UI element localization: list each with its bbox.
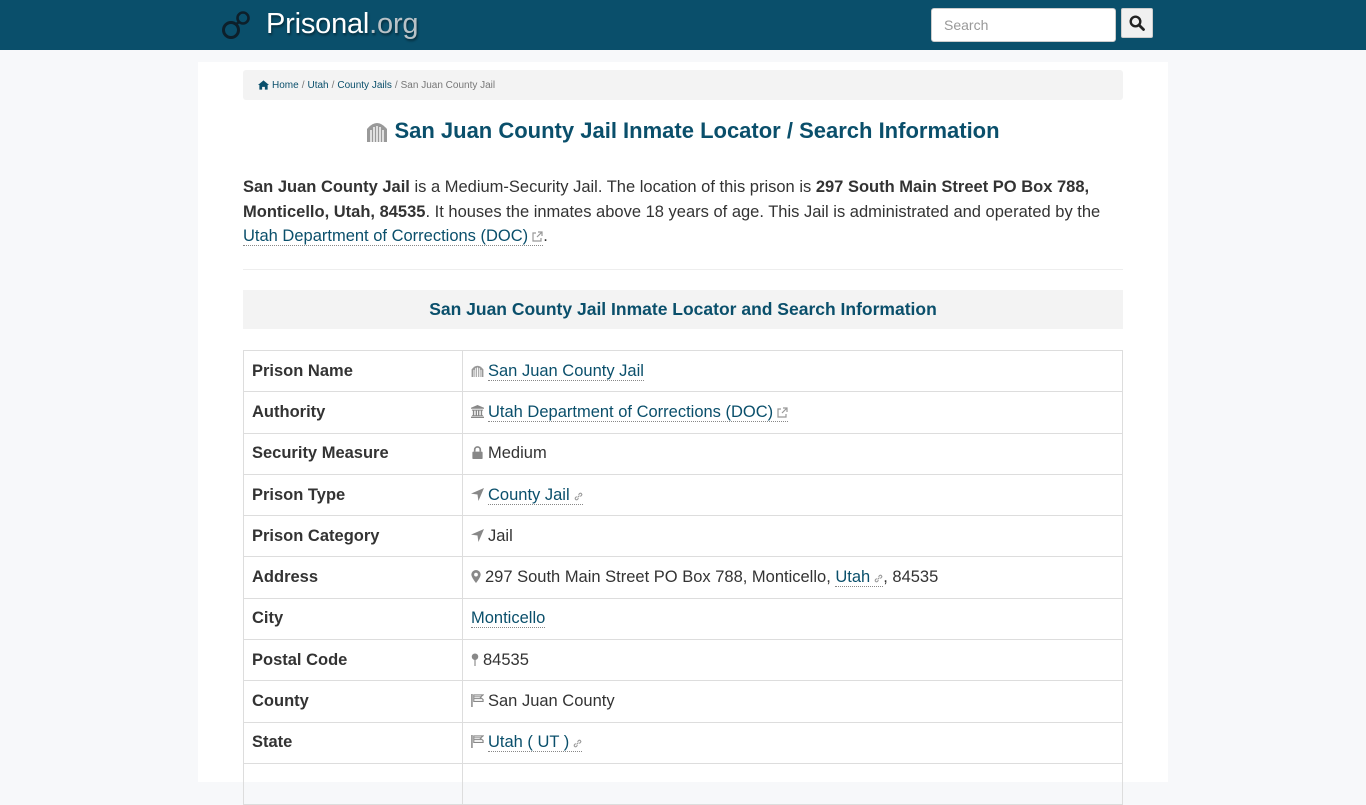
authority-link[interactable]: Utah Department of Corrections (DOC) [243, 227, 544, 246]
table-row: Address 297 South Main Street PO Box 788… [243, 556, 1123, 599]
table-row: Prison Name San Juan County Jail [243, 349, 1123, 393]
handcuffs-icon [222, 10, 250, 39]
row-value: County Jail [462, 473, 1123, 517]
table-row: Prison Category Jail [243, 515, 1123, 558]
institution-icon [471, 404, 484, 418]
row-label: County [243, 680, 463, 723]
table-row [243, 762, 1123, 805]
row-value: Medium [462, 432, 1123, 475]
row-label: City [243, 597, 463, 641]
table-row: Postal Code 84535 [243, 639, 1123, 682]
flag-icon [471, 694, 485, 708]
row-label: Prison Name [243, 349, 463, 393]
section-heading: San Juan County Jail Inmate Locator and … [243, 290, 1123, 329]
row-value: 297 South Main Street PO Box 788, Montic… [462, 556, 1123, 599]
page-title-text: San Juan County Jail Inmate Locator / Se… [394, 118, 1000, 143]
intro-text: . It houses the inmates above 18 years o… [425, 202, 1101, 221]
external-link-icon [777, 407, 788, 418]
row-label: Prison Type [243, 473, 463, 517]
search-input[interactable] [931, 8, 1116, 42]
row-value: San Juan County Jail [462, 349, 1123, 393]
row-label: Security Measure [243, 432, 463, 475]
intro-paragraph: San Juan County Jail is a Medium-Securit… [243, 175, 1123, 249]
intro-text: is a Medium-Security Jail. The location … [409, 178, 816, 196]
authority-table-link[interactable]: Utah Department of Corrections (DOC) [488, 402, 789, 422]
table-row: County San Juan County [243, 680, 1123, 723]
row-value: Jail [462, 515, 1123, 558]
row-value [462, 762, 1123, 805]
prison-type-link[interactable]: County Jail [488, 485, 583, 505]
search-form [931, 8, 1153, 42]
breadcrumb-current: San Juan County Jail [400, 79, 496, 91]
map-marker-icon [471, 570, 481, 584]
row-label: State [243, 721, 463, 764]
map-pin-icon [471, 653, 479, 666]
table-row: Security Measure Medium [243, 432, 1123, 475]
chain-link-icon [574, 492, 582, 500]
table-row: State Utah ( UT ) [243, 721, 1123, 764]
search-button[interactable] [1121, 8, 1153, 38]
breadcrumb-home[interactable]: Home [272, 80, 299, 91]
table-row: City Monticello [243, 597, 1123, 641]
page-title: San Juan County Jail Inmate Locator / Se… [243, 116, 1123, 146]
city-link[interactable]: Monticello [471, 609, 546, 629]
address-postal: , 84535 [883, 568, 939, 587]
row-value: Monticello [462, 597, 1123, 641]
breadcrumb: Home / Utah / County Jails / San Juan Co… [243, 70, 1123, 100]
row-value: Utah ( UT ) [462, 721, 1123, 764]
row-value: 84535 [462, 639, 1123, 682]
divider [243, 269, 1123, 270]
breadcrumb-separator: / [301, 79, 305, 91]
location-arrow-icon [471, 487, 484, 501]
external-link-icon [532, 231, 543, 242]
chain-link-icon [874, 574, 883, 583]
breadcrumb-separator: / [394, 79, 398, 91]
main-content: Home / Utah / County Jails / San Juan Co… [198, 62, 1168, 805]
address-text: 297 South Main Street PO Box 788, Montic… [485, 568, 836, 587]
top-navbar: Prisonal.org [0, 0, 1366, 50]
postal-code-value: 84535 [483, 650, 529, 669]
site-logo[interactable]: Prisonal.org [221, 8, 419, 41]
search-icon [1129, 15, 1145, 31]
jail-icon [471, 365, 484, 377]
security-value: Medium [488, 444, 547, 463]
breadcrumb-separator: / [331, 79, 335, 91]
state-link[interactable]: Utah [835, 568, 884, 588]
row-label: Prison Category [243, 515, 463, 558]
intro-prison-name: San Juan County Jail [243, 178, 410, 196]
home-icon [258, 80, 269, 90]
row-value: Utah Department of Corrections (DOC) [462, 391, 1123, 434]
prison-category-value: Jail [488, 526, 513, 545]
row-label: Address [243, 556, 463, 599]
county-value: San Juan County [488, 692, 615, 711]
table-row: Authority Utah Department of Corrections… [243, 391, 1123, 434]
brand-name: Prisonal.org [266, 8, 419, 40]
lock-icon [472, 446, 483, 460]
row-label [243, 762, 463, 805]
intro-text: . [543, 227, 548, 245]
table-row: Prison Type County Jail [243, 473, 1123, 517]
row-label: Postal Code [243, 639, 463, 682]
info-table: Prison Name San Juan County Jail Authori… [243, 349, 1123, 805]
breadcrumb-utah[interactable]: Utah [307, 80, 328, 91]
row-label: Authority [243, 391, 463, 434]
chain-link-icon [573, 740, 582, 748]
jail-icon [367, 123, 388, 142]
breadcrumb-county-jails[interactable]: County Jails [337, 80, 391, 91]
state-table-link[interactable]: Utah ( UT ) [488, 733, 583, 753]
location-arrow-icon [471, 528, 484, 542]
prison-name-link[interactable]: San Juan County Jail [488, 361, 644, 381]
row-value: San Juan County [462, 680, 1123, 723]
flag-icon [471, 735, 485, 749]
